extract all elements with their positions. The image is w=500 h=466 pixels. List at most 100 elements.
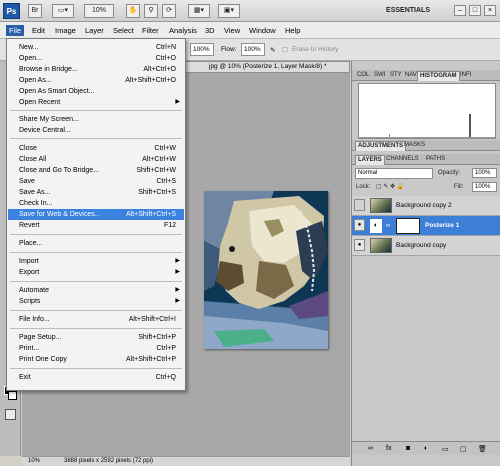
lock-label: Lock: <box>356 184 371 190</box>
status-zoom[interactable]: 10% <box>28 457 40 466</box>
tab-channels[interactable]: CHANNELS <box>384 155 421 164</box>
menu-separator <box>10 281 182 282</box>
menu-file[interactable]: File <box>6 25 25 36</box>
menu-item-place[interactable]: Place... <box>8 238 184 249</box>
menu-item-export[interactable]: Export ▶ <box>8 267 184 278</box>
link-layers-icon[interactable]: ∞ <box>368 445 373 452</box>
menu-item-scripts[interactable]: Scripts ▶ <box>8 296 184 307</box>
erase-to-history-checkbox[interactable]: ☐ <box>282 46 288 54</box>
submenu-arrow-icon: ▶ <box>175 269 180 275</box>
menu-view[interactable]: View <box>221 25 243 36</box>
menu-item-close-and-go-to-bridge[interactable]: Close and Go To Bridge... Shift+Ctrl+W <box>8 165 184 176</box>
menu-layer[interactable]: Layer <box>82 25 107 36</box>
add-mask-icon[interactable]: ◙ <box>406 445 410 452</box>
histogram-display <box>358 83 496 139</box>
workspace-switcher[interactable]: ESSENTIALS <box>386 7 430 14</box>
menu-item-close-all[interactable]: Close All Alt+Ctrl+W <box>8 154 184 165</box>
menu-item-check-in[interactable]: Check In... <box>8 198 184 209</box>
layer-mask-thumbnail[interactable] <box>396 218 420 234</box>
bridge-button[interactable]: Br <box>28 4 42 18</box>
tab-styles[interactable]: STY <box>388 71 404 80</box>
tab-histogram[interactable]: HISTOGRAM <box>417 71 460 81</box>
tab-masks[interactable]: MASKS <box>402 141 427 150</box>
eye-icon[interactable]: ● <box>354 239 365 251</box>
menu-3d[interactable]: 3D <box>202 25 218 36</box>
lock-icons[interactable]: ▢ ✎ ✥ 🔒 <box>376 183 404 192</box>
posterized-dog-photo <box>204 191 328 349</box>
maximize-icon[interactable]: □ <box>469 5 481 16</box>
fill-field[interactable]: 100% <box>472 182 497 192</box>
tab-paths[interactable]: PATHS <box>424 155 447 164</box>
menu-item-exit[interactable]: Exit Ctrl+Q <box>8 372 184 383</box>
dog-image <box>204 191 328 349</box>
histogram-graph <box>359 114 495 138</box>
menu-item-open-recent[interactable]: Open Recent ▶ <box>8 97 184 108</box>
menu-item-automate[interactable]: Automate ▶ <box>8 285 184 296</box>
menu-edit[interactable]: Edit <box>29 25 48 36</box>
rotate-view-icon[interactable]: ⟳ <box>162 4 176 18</box>
zoom-level-dropdown[interactable]: 10% <box>84 4 114 18</box>
layers-panel-tabs: LAYERS CHANNELS PATHS <box>352 154 500 165</box>
menu-image[interactable]: Image <box>52 25 79 36</box>
menu-help[interactable]: Help <box>282 25 303 36</box>
tab-adjustments[interactable]: ADJUSTMENTS <box>355 141 407 151</box>
menu-item-print-one-copy[interactable]: Print One Copy Alt+Shift+Ctrl+P <box>8 354 184 365</box>
tab-swatches[interactable]: SWI <box>372 71 387 80</box>
menu-item-save-for-web[interactable]: Save for Web & Devices... Alt+Shift+Ctrl+… <box>8 209 184 220</box>
layer-row[interactable]: Background copy 2 <box>352 196 500 216</box>
blend-mode-dropdown[interactable]: Normal <box>355 168 433 179</box>
airbrush-icon[interactable]: ✎ <box>270 46 275 54</box>
new-group-icon[interactable]: ▭ <box>442 445 449 453</box>
menu-item-import[interactable]: Import ▶ <box>8 256 184 267</box>
menu-item-save-as[interactable]: Save As... Shift+Ctrl+S <box>8 187 184 198</box>
layer-style-icon[interactable]: fx <box>386 445 391 452</box>
visibility-toggle[interactable] <box>354 199 365 211</box>
menu-item-file-info[interactable]: File Info... Alt+Shift+Ctrl+I <box>8 314 184 325</box>
document-tab[interactable]: jpg @ 10% (Posterize 1, Layer Mask/8) * <box>182 61 350 73</box>
menu-item-close[interactable]: Close Ctrl+W <box>8 143 184 154</box>
tab-layers[interactable]: LAYERS <box>355 155 385 165</box>
layer-opacity-field[interactable]: 100% <box>472 168 497 178</box>
flow-label: Flow: <box>221 46 237 53</box>
menu-item-device-central[interactable]: Device Central... <box>8 125 184 136</box>
submenu-arrow-icon: ▶ <box>175 99 180 105</box>
menu-item-new[interactable]: New... Ctrl+N <box>8 42 184 53</box>
arrange-documents-icon[interactable]: ▦▾ <box>188 4 210 18</box>
application-bar: Ps Br ▭▾ 10% ✋ ⚲ ⟳ ▦▾ ▣▾ ESSENTIALS – □ … <box>0 0 500 22</box>
layer-name: Posterize 1 <box>425 222 460 229</box>
layer-row[interactable]: ● Background copy <box>352 236 500 256</box>
menu-item-browse-in-bridge[interactable]: Browse in Bridge... Alt+Ctrl+O <box>8 64 184 75</box>
menu-item-print[interactable]: Print... Ctrl+P <box>8 343 184 354</box>
menu-item-revert[interactable]: Revert F12 <box>8 220 184 231</box>
minimize-icon[interactable]: – <box>454 5 466 16</box>
flow-field[interactable]: 100% <box>241 43 265 56</box>
screen-mode-icon[interactable]: ▣▾ <box>218 4 240 18</box>
tab-color[interactable]: COL <box>355 71 371 80</box>
tab-info[interactable]: INFI <box>458 71 473 80</box>
new-adjustment-icon[interactable]: ◐ <box>424 445 428 452</box>
menu-item-open-as[interactable]: Open As... Alt+Shift+Ctrl+O <box>8 75 184 86</box>
menu-item-page-setup[interactable]: Page Setup... Shift+Ctrl+P <box>8 332 184 343</box>
zoom-tool-icon[interactable]: ⚲ <box>144 4 158 18</box>
menu-select[interactable]: Select <box>110 25 137 36</box>
menu-item-open-as-smart-object[interactable]: Open As Smart Object... <box>8 86 184 97</box>
new-layer-icon[interactable]: ▢ <box>460 445 467 453</box>
menu-item-open[interactable]: Open... Ctrl+O <box>8 53 184 64</box>
photoshop-logo: Ps <box>3 3 20 19</box>
eye-icon[interactable]: ● <box>354 219 365 231</box>
link-icon[interactable]: ∞ <box>386 219 394 233</box>
menu-separator <box>10 310 182 311</box>
menu-item-save[interactable]: Save Ctrl+S <box>8 176 184 187</box>
delete-layer-icon[interactable]: 🗑 <box>478 445 487 453</box>
quick-mask-icon[interactable] <box>5 409 16 420</box>
menu-window[interactable]: Window <box>246 25 279 36</box>
menu-filter[interactable]: Filter <box>139 25 162 36</box>
opacity-field[interactable]: 100% <box>190 43 214 56</box>
menu-analysis[interactable]: Analysis <box>166 25 200 36</box>
hand-tool-icon[interactable]: ✋ <box>126 4 140 18</box>
layer-row-selected[interactable]: ● ◐ ∞ Posterize 1 <box>352 216 500 236</box>
close-icon[interactable]: × <box>484 5 496 16</box>
background-color-swatch[interactable] <box>8 391 17 400</box>
menu-item-share-my-screen[interactable]: Share My Screen... <box>8 114 184 125</box>
view-extras-icon[interactable]: ▭▾ <box>52 4 74 18</box>
